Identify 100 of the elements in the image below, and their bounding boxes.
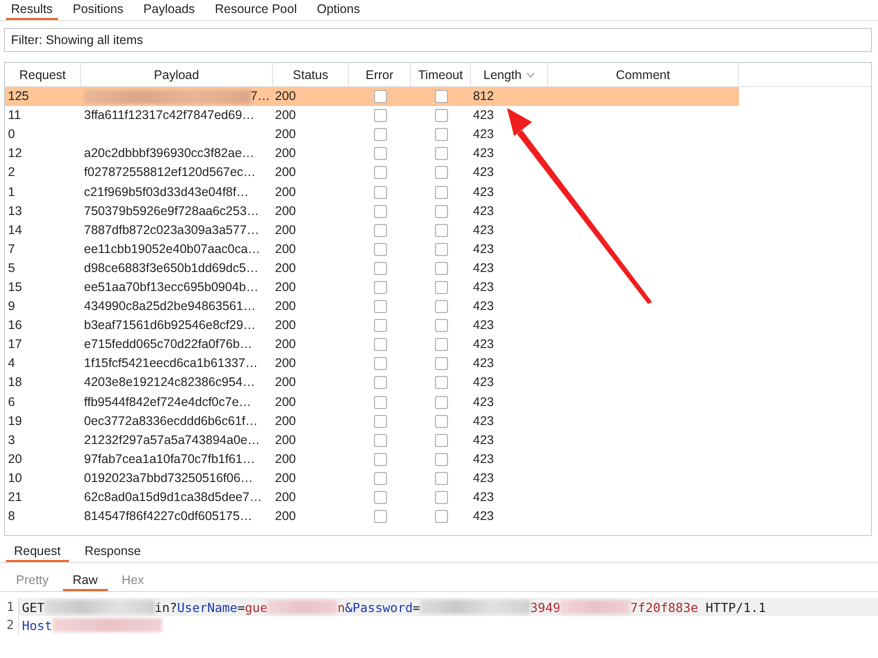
table-cell-text: 200 [274, 126, 297, 144]
table-cell-text: 200 [274, 222, 297, 239]
checkbox[interactable] [374, 434, 386, 447]
checkbox[interactable] [374, 90, 386, 104]
checkbox[interactable] [374, 510, 386, 524]
checkbox[interactable] [434, 280, 448, 294]
tab[interactable]: Payloads [138, 0, 200, 20]
tab[interactable]: Hex [112, 571, 154, 591]
line-number: 2 [0, 616, 19, 634]
table-cell-text: 8 [7, 508, 16, 526]
checkbox[interactable] [374, 186, 386, 199]
column-header[interactable]: Error [349, 63, 411, 86]
checkbox[interactable] [374, 472, 386, 485]
checkbox[interactable] [434, 224, 448, 237]
table-cell-text: 200 [274, 107, 297, 124]
table-cell-text: 200 [274, 184, 297, 201]
checkbox[interactable] [374, 204, 386, 218]
checkbox[interactable] [434, 510, 448, 524]
checkbox[interactable] [374, 147, 386, 160]
table-cell-text: 200 [274, 394, 297, 411]
column-header[interactable]: Payload [81, 63, 273, 86]
table-cell-text: 423 [472, 240, 495, 258]
table-cell-text: e715fedd065c70d22fa0f76b… [84, 336, 252, 354]
table-cell-text: ee51aa70bf13ecc695b0904b… [84, 278, 258, 296]
checkbox[interactable] [374, 166, 386, 180]
checkbox[interactable] [374, 224, 386, 237]
tab[interactable]: Options [312, 0, 365, 20]
checkbox[interactable] [434, 319, 448, 332]
checkbox[interactable] [434, 376, 448, 390]
table-cell-text: 13 [7, 202, 23, 220]
checkbox[interactable] [434, 128, 448, 142]
checkbox[interactable] [434, 338, 448, 352]
checkbox[interactable] [374, 491, 386, 504]
checkbox[interactable] [374, 414, 386, 428]
checkbox[interactable] [374, 338, 386, 352]
request-text: GET [22, 600, 45, 614]
checkbox[interactable] [434, 434, 448, 447]
parameter-value: gue [244, 600, 268, 614]
tab[interactable]: Resource Pool [210, 0, 302, 20]
checkbox[interactable] [374, 300, 386, 314]
checkbox[interactable] [434, 204, 448, 218]
table-cell-text: 3ffa611f12317c42f7847ed69… [84, 107, 255, 124]
table-cell-text: 10 [7, 470, 23, 487]
tab[interactable]: Results [6, 0, 58, 20]
table-cell-text: 6 [7, 394, 16, 411]
tab[interactable]: Pretty [6, 571, 59, 591]
checkbox[interactable] [434, 472, 448, 485]
checkbox[interactable] [434, 414, 448, 428]
checkbox[interactable] [434, 396, 448, 409]
checkbox[interactable] [434, 357, 448, 370]
checkbox[interactable] [374, 242, 386, 256]
checkbox[interactable] [374, 357, 386, 370]
table-cell-text: 19 [7, 412, 23, 430]
checkbox[interactable] [374, 109, 386, 122]
checkbox[interactable] [374, 128, 386, 142]
column-header[interactable]: Status [273, 63, 349, 86]
checkbox[interactable] [434, 452, 448, 466]
column-header[interactable]: Timeout [411, 63, 471, 86]
table-cell-text: 434990c8a25d2be94863561… [84, 298, 256, 316]
checkbox[interactable] [434, 262, 448, 275]
checkbox[interactable] [374, 452, 386, 466]
checkbox[interactable] [374, 280, 386, 294]
checkbox[interactable] [434, 491, 448, 504]
table-cell-text: 423 [472, 278, 495, 296]
filter-bar[interactable]: Filter: Showing all items [4, 28, 872, 52]
tab[interactable]: Request [6, 542, 69, 562]
checkbox[interactable] [434, 186, 448, 199]
redaction-blur [560, 600, 630, 614]
tab[interactable]: Positions [68, 0, 128, 20]
table-cell-text: d98ce6883f3e650b1dd69dc5… [84, 260, 258, 277]
table-cell-text: 423 [472, 184, 495, 201]
table-cell-text: 7… [250, 88, 270, 106]
column-header[interactable]: Comment [548, 63, 739, 86]
table-cell-text: 5 [7, 260, 16, 277]
tab[interactable]: Raw [62, 571, 108, 591]
table-cell-text: 423 [472, 412, 495, 430]
column-header[interactable]: Request [5, 63, 81, 86]
tab[interactable]: Response [76, 542, 149, 562]
checkbox[interactable] [434, 90, 448, 104]
checkbox[interactable] [374, 319, 386, 332]
table-cell-text: 0 [7, 126, 16, 144]
checkbox[interactable] [434, 109, 448, 122]
column-header[interactable]: Length [471, 63, 548, 86]
checkbox[interactable] [374, 396, 386, 409]
table-cell-text: 20 [7, 450, 23, 468]
table-cell-text: 423 [472, 374, 495, 392]
table-cell-text: 200 [274, 317, 297, 334]
checkbox[interactable] [374, 376, 386, 390]
checkbox[interactable] [434, 300, 448, 314]
table-cell-text: 423 [472, 508, 495, 526]
table-cell-text: 7887dfb872c023a309a3a577… [84, 222, 260, 239]
checkbox[interactable] [434, 166, 448, 180]
table-cell-text: 21 [7, 489, 23, 506]
parameter-value: 7f20f883e [630, 600, 698, 614]
table-cell-text: 1f15fcf5421eecd6ca1b61337… [84, 355, 258, 372]
checkbox[interactable] [374, 262, 386, 275]
table-cell-text: 200 [274, 432, 297, 449]
checkbox[interactable] [434, 242, 448, 256]
table-cell-text: 200 [274, 450, 297, 468]
checkbox[interactable] [434, 147, 448, 160]
